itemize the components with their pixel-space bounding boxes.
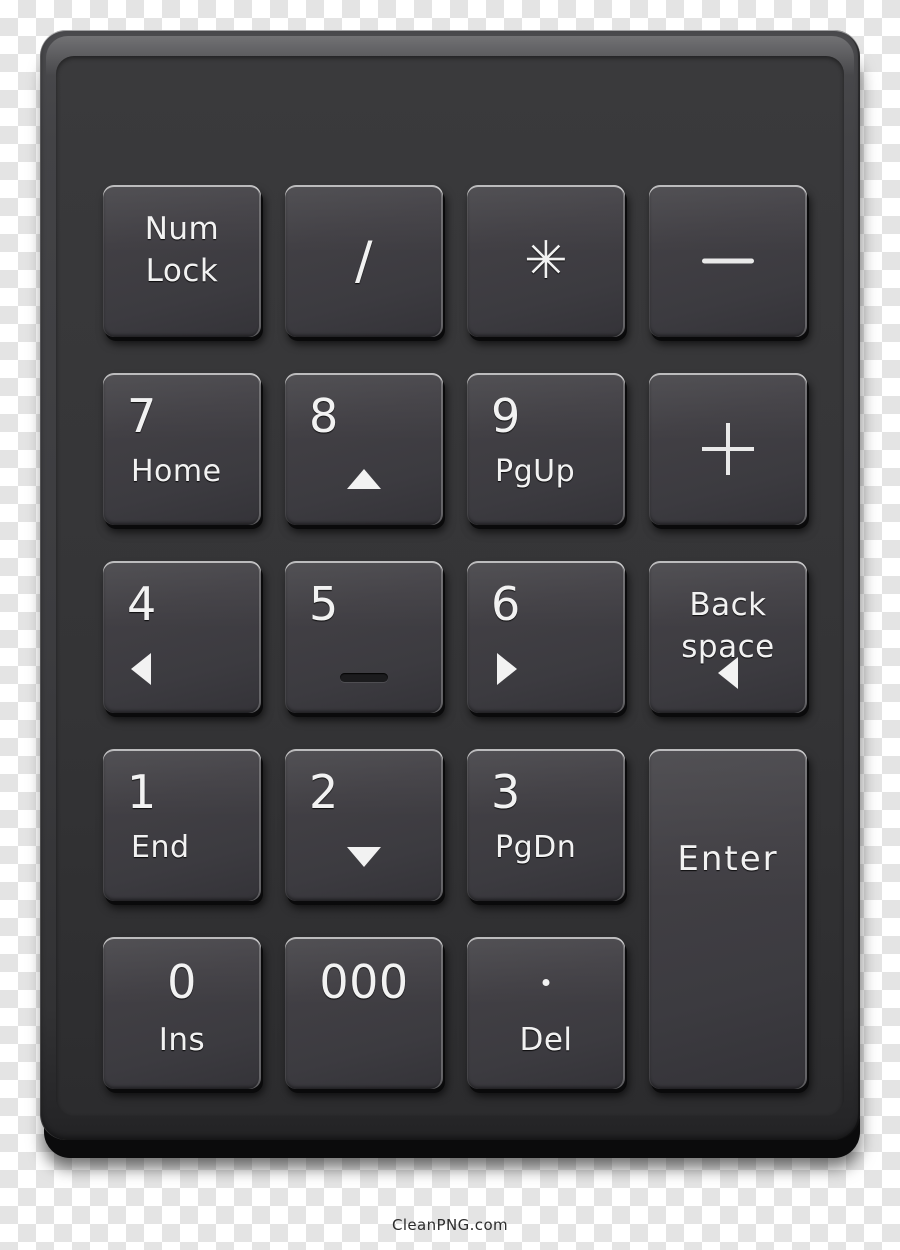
key-grid: Num Lock / ✳ 7 Home 8 9 PgUp 4 5 6 Back space 1 End 2 3 Pg…	[0, 0, 900, 1250]
key-label-digit: 8	[309, 389, 339, 443]
key-label-line1: Num	[144, 211, 220, 247]
key-num2[interactable]: 2	[285, 749, 443, 901]
key-label-function: Del	[519, 1022, 573, 1058]
key-label-digit: 2	[309, 765, 339, 819]
key-num9[interactable]: 9 PgUp	[467, 373, 625, 525]
key-label-enter: Enter	[677, 839, 779, 879]
plus-icon-v	[726, 423, 730, 475]
key-backspace[interactable]: Back space	[649, 561, 807, 713]
key-num3[interactable]: 3 PgDn	[467, 749, 625, 901]
key-label-digit: 6	[491, 577, 521, 631]
key-triple0[interactable]: 000	[285, 937, 443, 1089]
home-row-bar-icon	[340, 673, 388, 682]
key-label-digit: 000	[319, 955, 409, 1009]
key-label-digit: 3	[491, 765, 521, 819]
key-enter[interactable]: Enter	[649, 749, 807, 1089]
key-numlock[interactable]: Num Lock	[103, 185, 261, 337]
keypad-scene: Num Lock / ✳ 7 Home 8 9 PgUp 4 5 6 Back space 1 End 2 3 Pg…	[0, 0, 900, 1250]
key-divide[interactable]: /	[285, 185, 443, 337]
key-label-symbol: ✳	[523, 231, 569, 291]
key-num7[interactable]: 7 Home	[103, 373, 261, 525]
key-label-digit: 7	[127, 389, 157, 443]
key-label-function: Home	[131, 454, 222, 489]
key-label-symbol: /	[354, 231, 374, 291]
key-label-digit: 4	[127, 577, 157, 631]
key-decimal[interactable]: Del	[467, 937, 625, 1089]
decimal-point-icon	[542, 979, 550, 986]
arrow-up-icon	[347, 469, 381, 489]
key-label-function: PgUp	[495, 454, 576, 489]
arrow-down-icon	[347, 847, 381, 867]
key-label-digit: 0	[167, 955, 197, 1009]
key-num1[interactable]: 1 End	[103, 749, 261, 901]
arrow-left-icon	[131, 653, 151, 685]
key-label-digit: 1	[127, 765, 157, 819]
key-multiply[interactable]: ✳	[467, 185, 625, 337]
key-label-line2: Lock	[145, 253, 219, 289]
key-plus[interactable]	[649, 373, 807, 525]
key-minus[interactable]	[649, 185, 807, 337]
key-num6[interactable]: 6	[467, 561, 625, 713]
watermark-label: CleanPNG.com	[391, 1216, 509, 1234]
arrow-right-icon	[497, 653, 517, 685]
key-num0[interactable]: 0 Ins	[103, 937, 261, 1089]
key-label-function: Ins	[158, 1022, 206, 1058]
key-label-line1: Back	[689, 587, 767, 623]
key-label-function: End	[131, 830, 190, 865]
key-label-digit: 9	[491, 389, 521, 443]
key-num8[interactable]: 8	[285, 373, 443, 525]
key-num5[interactable]: 5	[285, 561, 443, 713]
key-num4[interactable]: 4	[103, 561, 261, 713]
key-label-digit: 5	[309, 577, 339, 631]
key-label-function: PgDn	[495, 830, 577, 865]
arrow-left-icon	[718, 657, 738, 689]
minus-icon	[702, 258, 754, 264]
